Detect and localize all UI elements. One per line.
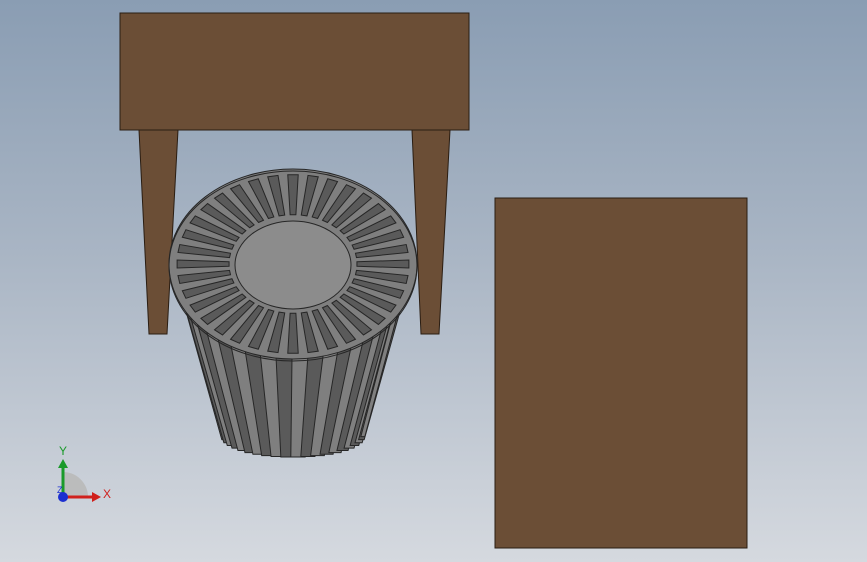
axis-triad[interactable] (58, 459, 101, 502)
panel-model[interactable] (494, 197, 748, 549)
table-leg-right[interactable] (411, 129, 451, 335)
table-leg-left[interactable] (138, 129, 179, 335)
triad-background-arc (63, 472, 88, 497)
basket-slot (287, 174, 299, 216)
model-scene[interactable] (0, 0, 867, 562)
triad-y-label: Y (59, 444, 68, 458)
table-top[interactable] (119, 12, 470, 131)
x-axis-arrow-icon (92, 492, 101, 502)
basket-slot (356, 259, 410, 269)
basket-model[interactable] (168, 168, 418, 458)
basket-slot (287, 312, 299, 354)
basket-slot (176, 259, 230, 269)
triad-x-label: X (103, 487, 112, 501)
y-axis-arrow-icon (58, 459, 68, 468)
triad-z-label: Z (57, 485, 63, 495)
basket-base-disc (234, 220, 352, 310)
graphics-viewport[interactable]: X Y Z (0, 0, 867, 562)
